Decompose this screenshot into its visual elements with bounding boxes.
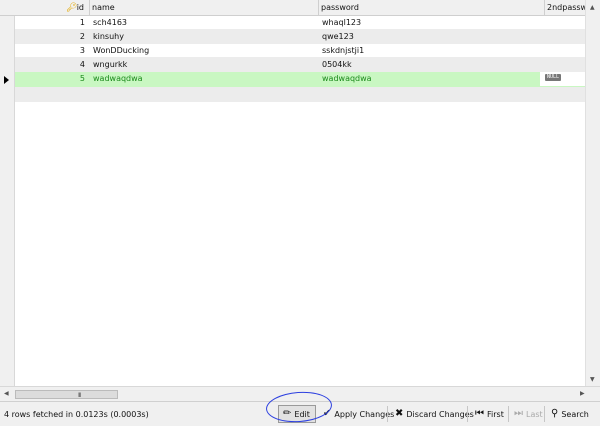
check-icon: ✔: [323, 408, 332, 419]
first-button[interactable]: ⏮︎ First: [470, 405, 509, 423]
cell-password[interactable]: 0504kk: [322, 60, 352, 69]
status-bar: 4 rows fetched in 0.0123s (0.0003s) ✏︎ E…: [0, 401, 600, 426]
last-label: Last: [526, 409, 543, 419]
column-divider[interactable]: [89, 0, 90, 16]
column-divider[interactable]: [318, 0, 319, 16]
toolbar-divider: [467, 406, 468, 422]
cell-id[interactable]: 1: [75, 18, 85, 27]
column-divider[interactable]: [544, 0, 545, 16]
null-badge: NULL: [545, 74, 562, 81]
horizontal-scrollbar[interactable]: ◀ III ▶: [0, 386, 600, 401]
toolbar-divider: [544, 406, 545, 422]
fetch-status-text: 4 rows fetched in 0.0123s (0.0003s): [4, 410, 149, 419]
column-header-name[interactable]: name: [92, 3, 115, 12]
cell-name[interactable]: wadwaqdwa: [93, 74, 143, 83]
cell-password[interactable]: whaql123: [322, 18, 361, 27]
result-grid[interactable]: 🔑︎ id name password 2ndpasswo 1 sch4163 …: [0, 0, 600, 386]
first-record-icon: ⏮︎: [475, 408, 484, 419]
horizontal-scroll-thumb[interactable]: III: [15, 390, 118, 399]
cell-id[interactable]: 3: [75, 46, 85, 55]
discard-changes-button[interactable]: ✖ Discard Changes: [390, 405, 479, 423]
x-icon: ✖: [395, 408, 404, 419]
search-icon: ⚲︎: [551, 408, 559, 419]
discard-changes-label: Discard Changes: [406, 409, 474, 419]
cell-password[interactable]: wadwaqdwa: [322, 74, 372, 83]
last-record-icon: ⏭︎: [514, 408, 523, 419]
row-header-gutter[interactable]: [0, 0, 15, 386]
cell-password[interactable]: sskdnjstji1: [322, 46, 364, 55]
scroll-grip: III: [78, 392, 81, 399]
cell-id[interactable]: 2: [75, 32, 85, 41]
scroll-left-arrow-icon[interactable]: ◀: [4, 390, 9, 397]
search-button[interactable]: ⚲︎ Search: [546, 405, 594, 423]
cell-id[interactable]: 5: [75, 74, 85, 83]
new-row-placeholder[interactable]: [15, 88, 600, 102]
current-row-indicator-icon: [4, 76, 9, 84]
table-row[interactable]: 4 wngurkk 0504kk: [15, 58, 600, 72]
grid-header: 🔑︎ id name password 2ndpasswo: [0, 0, 600, 16]
table-row-selected[interactable]: 5 wadwaqdwa wadwaqdwa NULL: [15, 72, 600, 88]
scroll-right-arrow-icon[interactable]: ▶: [580, 390, 585, 397]
last-button[interactable]: ⏭︎ Last: [509, 405, 548, 423]
first-label: First: [487, 409, 504, 419]
edit-label: Edit: [294, 409, 310, 419]
table-row[interactable]: 1 sch4163 whaql123: [15, 16, 600, 30]
toolbar-divider: [387, 406, 388, 422]
cell-name[interactable]: kinsuhy: [93, 32, 124, 41]
apply-changes-label: Apply Changes: [334, 409, 395, 419]
table-row[interactable]: 3 WonDDucking sskdnjstji1: [15, 44, 600, 58]
cell-name[interactable]: WonDDucking: [93, 46, 149, 55]
column-header-password[interactable]: password: [321, 3, 359, 12]
cell-name[interactable]: sch4163: [93, 18, 127, 27]
scroll-up-arrow-icon[interactable]: ▲: [590, 4, 595, 11]
column-header-id[interactable]: id: [66, 3, 84, 12]
search-label: Search: [561, 409, 589, 419]
pencil-icon: ✏︎: [283, 408, 292, 419]
scroll-down-arrow-icon[interactable]: ▼: [590, 376, 595, 383]
cell-password[interactable]: qwe123: [322, 32, 354, 41]
edit-button[interactable]: ✏︎ Edit: [278, 405, 316, 423]
table-row[interactable]: 2 kinsuhy qwe123: [15, 30, 600, 44]
vertical-scrollbar[interactable]: ▲ ▼: [585, 0, 600, 386]
cell-name[interactable]: wngurkk: [93, 60, 127, 69]
cell-id[interactable]: 4: [75, 60, 85, 69]
